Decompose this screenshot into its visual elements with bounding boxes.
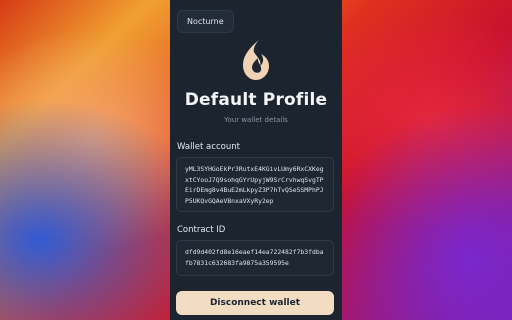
- disconnect-wallet-button[interactable]: Disconnect wallet: [176, 291, 334, 315]
- profile-title: Default Profile: [184, 90, 328, 110]
- wallet-address-field[interactable]: yML3SYHGoEkPr3RutxE4KGivLUmy6RxCXKegxtCY…: [176, 157, 334, 212]
- network-selector[interactable]: Nocturne: [177, 10, 234, 33]
- wallet-panel: Nocturne Default Profile Your wallet det…: [170, 0, 342, 320]
- wallet-account-label: Wallet account: [177, 142, 240, 152]
- profile-subtitle: Your wallet details: [224, 116, 288, 124]
- contract-id-label: Contract ID: [177, 225, 226, 235]
- contract-id-field[interactable]: dfd9d402fd8e16eaef14ea722482f7b3fdbafb78…: [176, 240, 334, 276]
- flame-drop-icon: [243, 40, 269, 80]
